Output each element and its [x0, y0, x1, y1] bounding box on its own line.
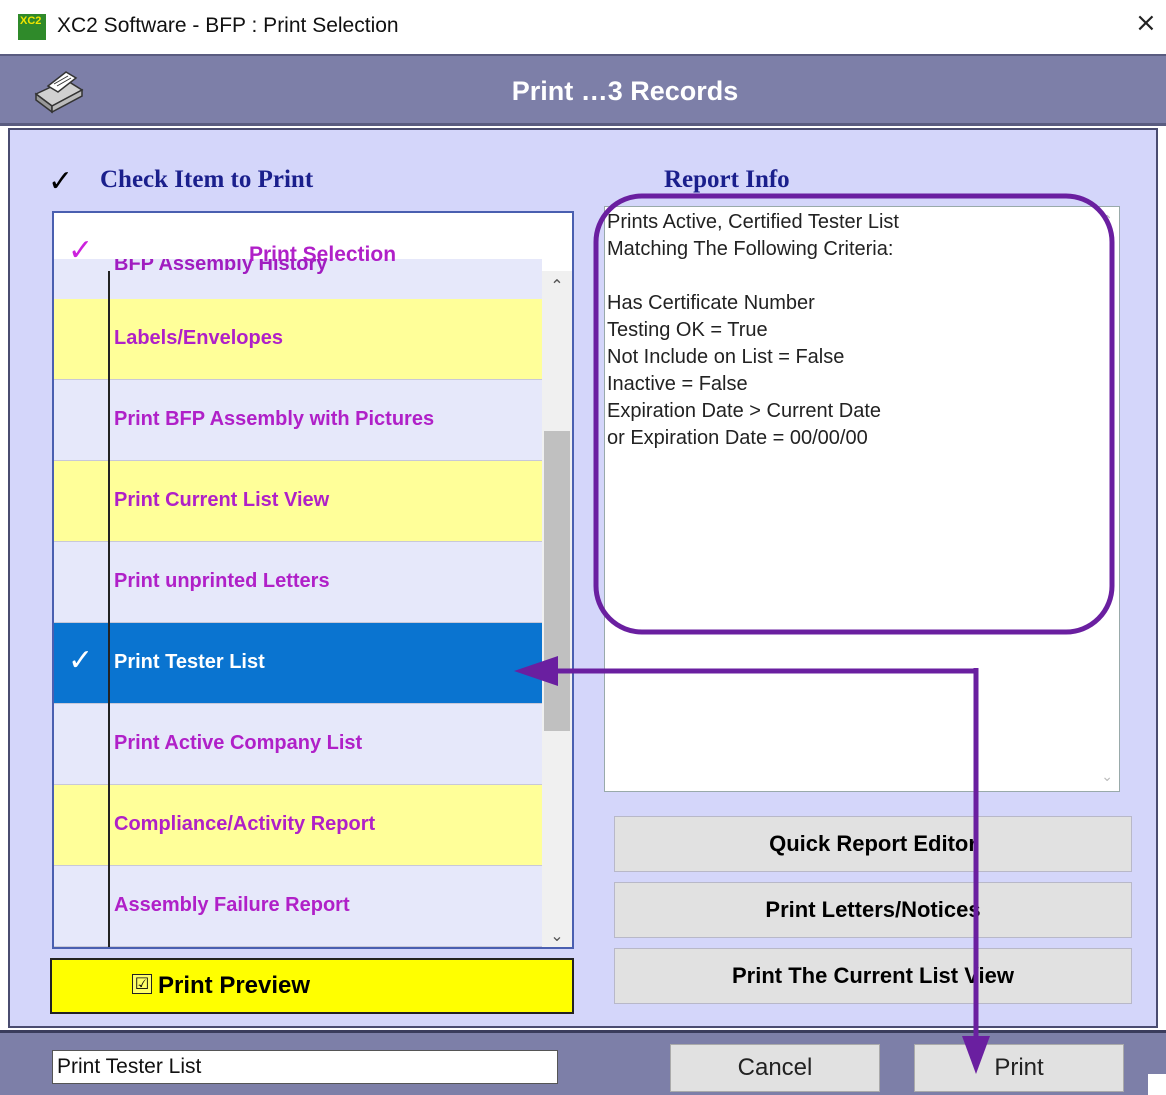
- print-preview-label: Print Preview: [158, 972, 311, 999]
- report-info-line: or Expiration Date = 00/00/00: [607, 427, 868, 449]
- list-item-label: Print Active Company List: [114, 732, 363, 754]
- column-divider: [108, 271, 110, 947]
- list-item[interactable]: Print Active Company List: [54, 704, 542, 785]
- scroll-down-icon[interactable]: ⌄: [542, 921, 572, 947]
- list-item[interactable]: Print unprinted Letters: [54, 542, 542, 623]
- scroll-up-icon[interactable]: ⌃: [542, 271, 572, 301]
- list-item[interactable]: Labels/Envelopes: [54, 299, 542, 380]
- list-item-label: Labels/Envelopes: [114, 327, 283, 349]
- list-item[interactable]: Print BFP Assembly with Pictures: [54, 380, 542, 461]
- checkmark-icon: ✓: [68, 643, 94, 678]
- print-header: Print …3 Records: [0, 54, 1166, 126]
- report-info-line: Inactive = False: [607, 373, 748, 395]
- list-item[interactable]: Assembly Failure Report: [54, 866, 542, 947]
- print-preview-toggle[interactable]: ☑ Print Preview: [50, 958, 574, 1014]
- list-item-label: Print Current List View: [114, 489, 330, 511]
- scroll-up-icon[interactable]: ⌃: [1101, 213, 1113, 229]
- list-item[interactable]: Print Current List View: [54, 461, 542, 542]
- list-item[interactable]: Compliance/Activity Report: [54, 785, 542, 866]
- xc2-app-icon: XC2: [18, 14, 46, 40]
- list-scrollbar[interactable]: ⌃ ⌄: [542, 271, 572, 947]
- report-info-line: Testing OK = True: [607, 319, 768, 341]
- title-bar: XC2 XC2 Software - BFP : Print Selection…: [0, 0, 1166, 52]
- report-info-title: Report Info: [664, 166, 790, 193]
- list-item[interactable]: ✓ Print Tester List: [54, 623, 542, 704]
- report-info-box[interactable]: Prints Active, Certified Tester List Matc…: [604, 206, 1120, 792]
- scroll-down-icon[interactable]: ⌄: [1101, 769, 1113, 785]
- quick-report-editor-button[interactable]: Quick Report Editor: [614, 816, 1132, 872]
- list-item-label: Compliance/Activity Report: [114, 813, 376, 835]
- print-button[interactable]: Print: [914, 1044, 1124, 1092]
- list-item-label: Print BFP Assembly with Pictures: [114, 408, 435, 430]
- list-item-label: Assembly Failure Report: [114, 894, 350, 916]
- list-item-label: Print Tester List: [114, 651, 265, 673]
- selection-name-field[interactable]: [52, 1050, 558, 1084]
- window-title: XC2 Software - BFP : Print Selection: [57, 14, 399, 37]
- report-info-line: Prints Active, Certified Tester List: [607, 211, 899, 233]
- checkmark-icon: ✓: [48, 164, 74, 199]
- cancel-button[interactable]: Cancel: [670, 1044, 880, 1092]
- list-header-title: Print Selection: [249, 243, 397, 266]
- checkbox-checked-icon[interactable]: ☑: [132, 974, 152, 994]
- header-title: Print …3 Records: [511, 76, 739, 106]
- check-item-title: Check Item to Print: [100, 166, 314, 193]
- print-list-view-button[interactable]: Print The Current List View: [614, 948, 1132, 1004]
- print-letters-button[interactable]: Print Letters/Notices: [614, 882, 1132, 938]
- close-icon[interactable]: ×: [1135, 8, 1157, 38]
- report-info-line: Expiration Date > Current Date: [607, 400, 882, 422]
- report-info-line: Not Include on List = False: [607, 346, 845, 368]
- list-item-label: Print unprinted Letters: [114, 570, 330, 592]
- window-corner: [1148, 1074, 1166, 1095]
- report-info-line: Matching The Following Criteria:: [607, 238, 894, 260]
- print-item-list[interactable]: ✓ BFP Assembly History Print Selection L…: [52, 211, 574, 949]
- scrollbar-thumb[interactable]: [544, 431, 570, 731]
- report-info-line: Has Certificate Number: [607, 292, 815, 314]
